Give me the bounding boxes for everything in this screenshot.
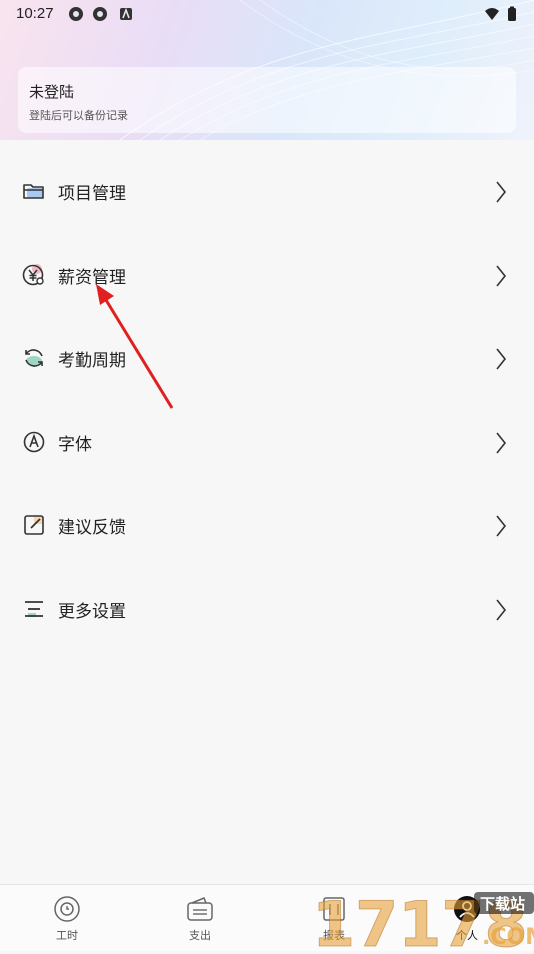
- battery-icon: [508, 6, 516, 21]
- menu-label-salary: 薪资管理: [58, 268, 126, 288]
- watermark-graphic: 17178 下载站 .COM: [312, 888, 534, 954]
- wifi-icon: [485, 8, 499, 20]
- cycle-icon: [25, 349, 43, 367]
- status-time: 10:27: [16, 5, 54, 22]
- chevron-right-icon: [496, 599, 507, 621]
- nav-label-hours: 工时: [56, 929, 78, 942]
- login-card[interactable]: 未登陆 登陆后可以备份记录: [18, 67, 516, 133]
- menu-label-project: 项目管理: [58, 184, 126, 204]
- chevron-right-icon: [496, 181, 507, 203]
- svg-text:.COM: .COM: [482, 925, 534, 950]
- chevron-right-icon: [496, 515, 507, 537]
- status-bar: 10:27: [0, 0, 534, 28]
- annotation-arrow: [96, 284, 174, 409]
- menu-item-feedback[interactable]: 建议反馈: [0, 495, 534, 555]
- nav-tab-hours[interactable]: 工时: [17, 885, 117, 951]
- menu-item-attendance[interactable]: 考勤周期: [0, 328, 534, 388]
- menu-item-font[interactable]: 字体: [0, 412, 534, 472]
- settings-lines-icon: [25, 601, 43, 617]
- menu-label-font: 字体: [58, 435, 92, 455]
- menu-item-project[interactable]: 项目管理: [0, 161, 534, 221]
- app-notification-icon-2: [93, 7, 107, 21]
- login-subtitle: 登陆后可以备份记录: [29, 109, 128, 122]
- menu-label-feedback: 建议反馈: [58, 518, 126, 538]
- app-notification-icon: [69, 7, 83, 21]
- profile-header: 10:27 未登陆 登陆后可以备份记录: [0, 0, 534, 140]
- watermark-logo: 17178 下载站 .COM: [312, 884, 534, 954]
- nav-label-expense: 支出: [189, 929, 211, 942]
- edit-note-icon: [24, 515, 44, 535]
- chevron-right-icon: [496, 265, 507, 287]
- chevron-right-icon: [496, 432, 507, 454]
- a-notification-icon: [120, 7, 132, 20]
- clock-icon: [54, 896, 80, 922]
- menu-label-attendance: 考勤周期: [58, 351, 126, 371]
- menu-item-settings[interactable]: 更多设置: [0, 579, 534, 639]
- menu-label-settings: 更多设置: [58, 602, 126, 622]
- login-title: 未登陆: [29, 83, 75, 101]
- folder-icon: [23, 184, 44, 199]
- menu-item-salary[interactable]: 薪资管理: [0, 245, 534, 305]
- chevron-right-icon: [496, 348, 507, 370]
- svg-text:下载站: 下载站: [480, 895, 525, 913]
- font-a-icon: [23, 431, 45, 453]
- wallet-icon: [187, 897, 213, 921]
- nav-tab-expense[interactable]: 支出: [150, 885, 250, 951]
- yen-coin-icon: [22, 264, 44, 286]
